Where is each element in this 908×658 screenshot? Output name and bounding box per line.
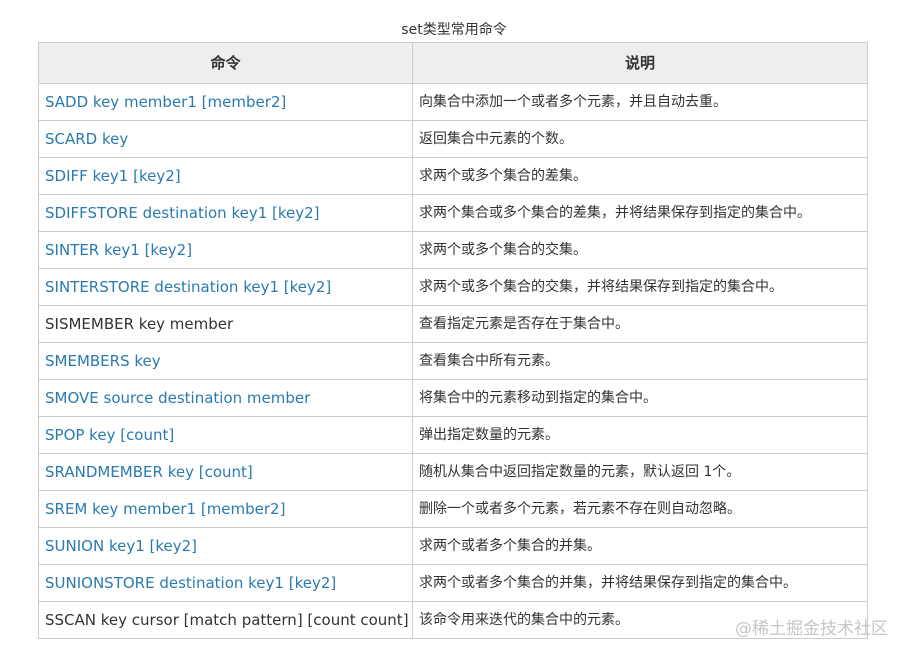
command-cell: SUNION key1 [key2] [38, 527, 413, 565]
table-caption: set类型常用命令 [401, 22, 507, 38]
command-text: SISMEMBER key member [45, 315, 234, 333]
watermark: @稀土掘金技术社区 [735, 619, 888, 639]
command-cell: SMOVE source destination member [38, 379, 413, 417]
description-cell: 查看集合中所有元素。 [412, 342, 868, 380]
description-cell: 删除一个或者多个元素，若元素不存在则自动忽略。 [412, 490, 868, 528]
table-row: SREM key member1 [member2] 删除一个或者多个元素，若元素… [38, 490, 868, 528]
description-cell: 查看指定元素是否存在于集合中。 [412, 305, 868, 343]
command-cell: SDIFF key1 [key2] [38, 157, 413, 195]
command-link[interactable]: SUNION key1 [key2] [45, 537, 197, 555]
table-row: SMEMBERS key 查看集合中所有元素。 [38, 342, 868, 380]
command-cell: SADD key member1 [member2] [38, 83, 413, 121]
command-link[interactable]: SDIFF key1 [key2] [45, 167, 181, 185]
table-header-row: 命令 说明 [38, 42, 868, 84]
description-cell: 随机从集合中返回指定数量的元素，默认返回 1个。 [412, 453, 868, 491]
description-cell: 将集合中的元素移动到指定的集合中。 [412, 379, 868, 417]
description-cell: 弹出指定数量的元素。 [412, 416, 868, 454]
table-row: SISMEMBER key member 查看指定元素是否存在于集合中。 [38, 305, 868, 343]
table-body: SADD key member1 [member2] 向集合中添加一个或者多个元素… [38, 83, 868, 639]
table-row: SPOP key [count] 弹出指定数量的元素。 [38, 416, 868, 454]
command-cell: SISMEMBER key member [38, 305, 413, 343]
command-link[interactable]: SINTERSTORE destination key1 [key2] [45, 278, 331, 296]
command-link[interactable]: SREM key member1 [member2] [45, 500, 285, 518]
table-row: SCARD key 返回集合中元素的个数。 [38, 120, 868, 158]
command-cell: SCARD key [38, 120, 413, 158]
command-link[interactable]: SMEMBERS key [45, 352, 161, 370]
set-commands-table: 命令 说明 SADD key member1 [member2] 向集合中添加一个… [38, 42, 868, 639]
description-cell: 求两个或多个集合的交集。 [412, 231, 868, 269]
description-cell: 求两个或者多个集合的并集。 [412, 527, 868, 565]
command-link[interactable]: SDIFFSTORE destination key1 [key2] [45, 204, 320, 222]
table-row: SDIFF key1 [key2] 求两个或多个集合的差集。 [38, 157, 868, 195]
description-cell: 向集合中添加一个或者多个元素，并且自动去重。 [412, 83, 868, 121]
command-link[interactable]: SINTER key1 [key2] [45, 241, 192, 259]
table-row: SINTERSTORE destination key1 [key2] 求两个或多… [38, 268, 868, 306]
table-row: SUNION key1 [key2] 求两个或者多个集合的并集。 [38, 527, 868, 565]
table-row: SUNIONSTORE destination key1 [key2] 求两个或者… [38, 564, 868, 602]
command-cell: SINTERSTORE destination key1 [key2] [38, 268, 413, 306]
command-cell: SRANDMEMBER key [count] [38, 453, 413, 491]
description-cell: 返回集合中元素的个数。 [412, 120, 868, 158]
description-cell: 求两个或多个集合的交集，并将结果保存到指定的集合中。 [412, 268, 868, 306]
description-cell: 求两个或者多个集合的并集，并将结果保存到指定的集合中。 [412, 564, 868, 602]
command-cell: SMEMBERS key [38, 342, 413, 380]
table-row: SADD key member1 [member2] 向集合中添加一个或者多个元素… [38, 83, 868, 121]
command-link[interactable]: SMOVE source destination member [45, 389, 310, 407]
command-cell: SREM key member1 [member2] [38, 490, 413, 528]
description-cell: 求两个或多个集合的差集。 [412, 157, 868, 195]
command-cell: SDIFFSTORE destination key1 [key2] [38, 194, 413, 232]
table-row: SRANDMEMBER key [count] 随机从集合中返回指定数量的元素，默… [38, 453, 868, 491]
table-row: SDIFFSTORE destination key1 [key2] 求两个集合或… [38, 194, 868, 232]
table-row: SMOVE source destination member 将集合中的元素移动… [38, 379, 868, 417]
command-cell: SINTER key1 [key2] [38, 231, 413, 269]
command-link[interactable]: SPOP key [count] [45, 426, 174, 444]
table-row: SINTER key1 [key2] 求两个或多个集合的交集。 [38, 231, 868, 269]
command-cell: SUNIONSTORE destination key1 [key2] [38, 564, 413, 602]
header-description: 说明 [412, 42, 868, 84]
command-cell: SSCAN key cursor [match pattern] [count … [38, 601, 413, 639]
command-link[interactable]: SADD key member1 [member2] [45, 93, 286, 111]
command-link[interactable]: SRANDMEMBER key [count] [45, 463, 253, 481]
header-command: 命令 [38, 42, 413, 84]
command-cell: SPOP key [count] [38, 416, 413, 454]
command-link[interactable]: SCARD key [45, 130, 128, 148]
description-cell: 求两个集合或多个集合的差集，并将结果保存到指定的集合中。 [412, 194, 868, 232]
command-link[interactable]: SUNIONSTORE destination key1 [key2] [45, 574, 336, 592]
command-text: SSCAN key cursor [match pattern] [count … [45, 611, 409, 629]
